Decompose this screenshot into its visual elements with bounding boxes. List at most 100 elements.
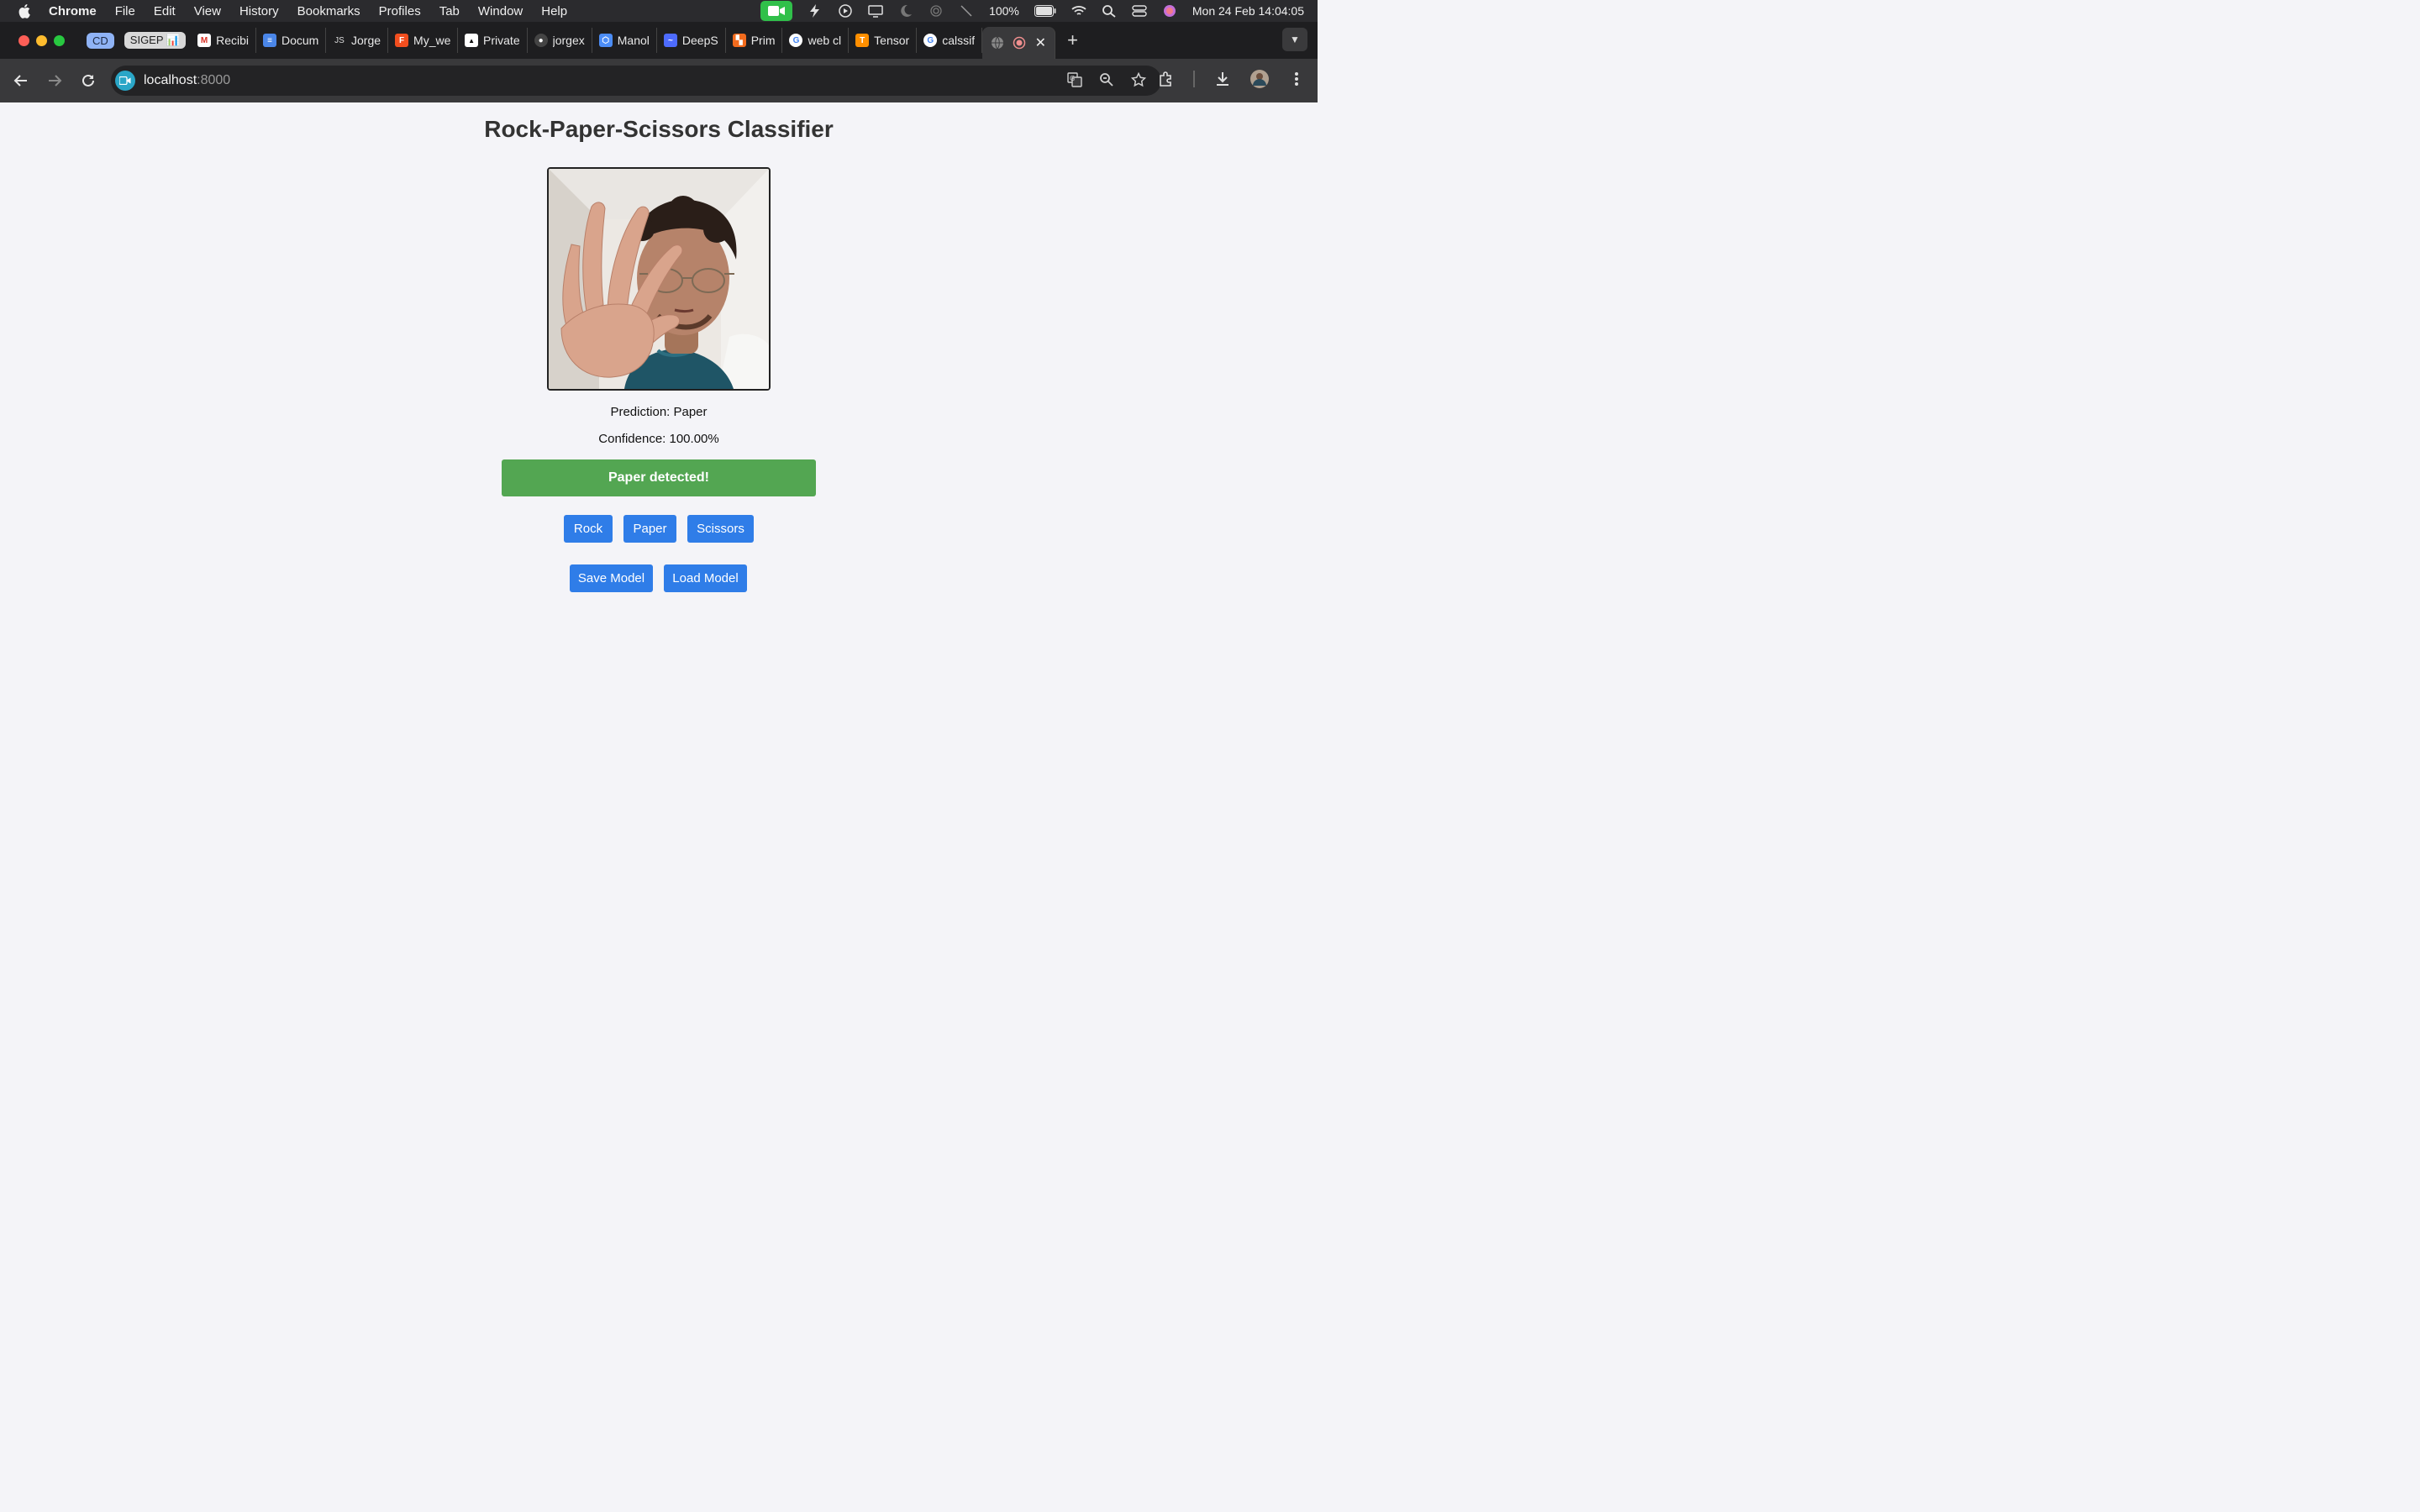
globe-icon (992, 36, 1004, 50)
tab-github[interactable]: ● jorgex (528, 28, 592, 53)
rock-button[interactable]: Rock (564, 515, 613, 543)
tab-active-localhost[interactable]: ✕ (982, 27, 1056, 59)
menu-help[interactable]: Help (541, 4, 567, 18)
tab-search-chevron-icon[interactable]: ▼ (1282, 28, 1307, 51)
airdrop-icon[interactable] (929, 4, 944, 18)
display-icon[interactable] (868, 4, 883, 18)
minimize-window-button[interactable] (36, 34, 47, 46)
tab-title: Recibi (216, 34, 249, 47)
tab-title: Private (483, 34, 520, 47)
omnibox-actions: G (1065, 71, 1148, 89)
zoom-window-button[interactable] (54, 34, 65, 46)
bolt-app-icon[interactable] (808, 4, 823, 18)
tab-group-sigep[interactable]: SIGEP 📊 (119, 28, 191, 53)
tab-title: calssif (942, 34, 976, 47)
back-arrow-icon[interactable] (12, 71, 30, 90)
clock-datetime[interactable]: Mon 24 Feb 14:04:05 (1192, 4, 1304, 18)
slash-app-icon[interactable] (959, 4, 974, 18)
close-window-button[interactable] (18, 34, 29, 46)
new-tab-button[interactable]: + (1067, 29, 1078, 51)
tab-jorge[interactable]: JS Jorge (326, 28, 389, 53)
tab-title: Tensor (874, 34, 910, 47)
siri-icon[interactable] (1162, 4, 1177, 18)
scissors-button[interactable]: Scissors (687, 515, 754, 543)
save-model-button[interactable]: Save Model (570, 564, 653, 592)
control-center-icon[interactable] (1132, 4, 1147, 18)
webcam-image (549, 169, 769, 389)
toolbar-divider (1193, 71, 1195, 87)
reload-icon[interactable] (79, 71, 97, 90)
window-controls (18, 34, 65, 46)
svg-text:G: G (1070, 75, 1075, 82)
tab-calssif[interactable]: G calssif (917, 28, 983, 53)
tab-prim[interactable]: ▚ Prim (726, 28, 783, 53)
menu-view[interactable]: View (194, 4, 221, 18)
camera-in-use-icon[interactable] (760, 1, 793, 21)
tab-title: Jorge (351, 34, 381, 47)
spotlight-search-icon[interactable] (1102, 4, 1117, 18)
camera-permission-icon[interactable] (115, 71, 135, 91)
profile-avatar[interactable] (1250, 70, 1269, 88)
paper-button[interactable]: Paper (623, 515, 676, 543)
tab-title: DeepS (681, 34, 718, 47)
tab-manol[interactable]: ⬡ Manol (592, 28, 657, 53)
github-icon: ● (534, 34, 548, 47)
wifi-icon[interactable] (1071, 4, 1086, 18)
tab-title: jorgex (552, 34, 585, 47)
result-banner: Paper detected! (502, 459, 816, 496)
download-icon[interactable] (1213, 70, 1232, 88)
apple-icon[interactable] (17, 3, 34, 19)
gmail-icon: M (197, 34, 212, 47)
tab-group-cd[interactable]: CD (82, 28, 119, 53)
battery-percent: 100% (989, 4, 1019, 18)
browser-toolbar: localhost:8000 G (0, 59, 1318, 102)
figma-icon: F (395, 34, 409, 47)
url-text[interactable]: localhost:8000 (144, 73, 230, 88)
deepseek-icon: ~ (663, 34, 677, 47)
tab-group-label: CD (87, 32, 114, 49)
tab-docs[interactable]: ≡ Docum (256, 28, 326, 53)
page-title: Rock-Paper-Scissors Classifier (484, 116, 834, 142)
translate-icon[interactable]: G (1065, 71, 1084, 89)
app-menu-chrome[interactable]: Chrome (49, 4, 97, 18)
address-bar[interactable]: localhost:8000 G (111, 66, 1161, 96)
tab-figma[interactable]: F My_we (388, 28, 459, 53)
play-circle-icon[interactable] (838, 4, 853, 18)
tab-private[interactable]: ▲ Private (458, 28, 528, 53)
menu-tab[interactable]: Tab (439, 4, 460, 18)
menu-window[interactable]: Window (478, 4, 523, 18)
tab-title: web cl (808, 34, 842, 47)
battery-icon[interactable] (1034, 5, 1056, 17)
forward-arrow-icon[interactable] (45, 71, 64, 90)
menu-history[interactable]: History (239, 4, 279, 18)
prediction-text: Prediction: Paper (610, 405, 708, 419)
webcam-feed (547, 167, 771, 391)
url-port: :8000 (197, 73, 231, 87)
zoom-icon[interactable] (1097, 71, 1116, 89)
google-icon: G (923, 34, 938, 47)
bookmark-star-icon[interactable] (1129, 71, 1148, 89)
tab-title: Manol (617, 34, 650, 47)
recording-indicator-icon (1013, 36, 1026, 50)
menu-profiles[interactable]: Profiles (379, 4, 421, 18)
vercel-icon: ▲ (465, 34, 479, 47)
tab-web-cl[interactable]: G web cl (782, 28, 850, 53)
menu-edit[interactable]: Edit (154, 4, 176, 18)
hexagon-icon: ⬡ (598, 34, 613, 47)
tab-recibi[interactable]: M Recibi (191, 28, 256, 53)
tensorflow-icon: T (855, 34, 870, 47)
more-menu-icon[interactable] (1287, 70, 1306, 88)
moon-icon[interactable] (898, 4, 913, 18)
close-tab-icon[interactable]: ✕ (1035, 34, 1046, 51)
tab-title: My_we (413, 34, 451, 47)
docs-icon: ≡ (263, 34, 276, 47)
extensions-puzzle-icon[interactable] (1156, 70, 1175, 88)
confidence-text: Confidence: 100.00% (598, 432, 719, 446)
macos-menu-bar: Chrome File Edit View History Bookmarks … (0, 0, 1318, 22)
tab-deepseek[interactable]: ~ DeepS (657, 28, 726, 53)
menu-bookmarks[interactable]: Bookmarks (297, 4, 360, 18)
tab-tensorflow[interactable]: T Tensor (849, 28, 918, 53)
menu-file[interactable]: File (115, 4, 135, 18)
prim-icon: ▚ (732, 34, 746, 47)
load-model-button[interactable]: Load Model (664, 564, 747, 592)
